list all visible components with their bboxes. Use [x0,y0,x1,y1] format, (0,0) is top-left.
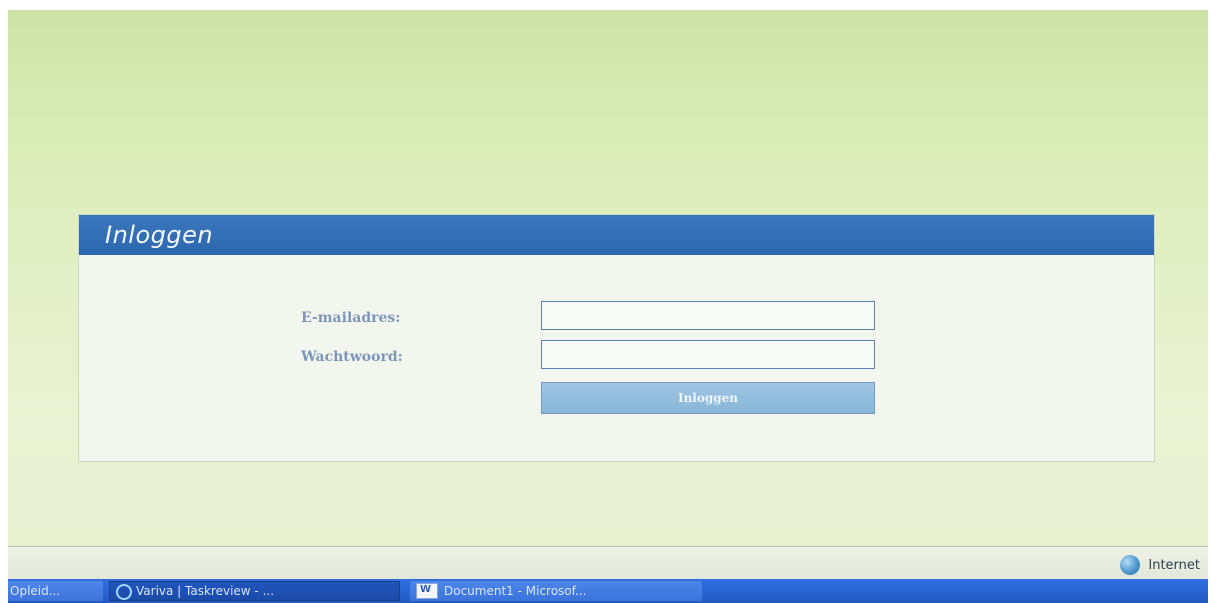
login-panel: Inloggen E-mailadres: Wachtwoord: Inlogg… [78,214,1155,462]
taskbar-item-label: Variva | Taskreview - ... [136,584,275,598]
login-button[interactable]: Inloggen [541,382,875,414]
word-icon [416,583,438,599]
security-zone: Internet [1120,555,1200,575]
taskbar-item-opleid[interactable]: Opleid... [8,581,103,601]
zone-label: Internet [1148,557,1200,573]
email-input[interactable] [541,301,875,330]
taskbar-item-label: Opleid... [10,584,61,598]
taskbar-item-label: Document1 - Microsof... [444,584,587,598]
status-bar: Internet [8,546,1208,580]
taskbar-item-document1[interactable]: Document1 - Microsof... [410,581,702,601]
password-label: Wachtwoord: [301,349,403,365]
password-input[interactable] [541,340,875,369]
taskbar: Opleid... Variva | Taskreview - ... Docu… [8,579,1208,603]
internet-explorer-icon [116,584,132,600]
browser-content-area: Inloggen E-mailadres: Wachtwoord: Inlogg… [8,10,1208,603]
globe-icon [1120,555,1141,575]
login-header: Inloggen [79,215,1154,255]
taskbar-item-variva[interactable]: Variva | Taskreview - ... [109,581,400,601]
email-label: E-mailadres: [301,310,401,326]
login-title: Inloggen [105,221,214,249]
